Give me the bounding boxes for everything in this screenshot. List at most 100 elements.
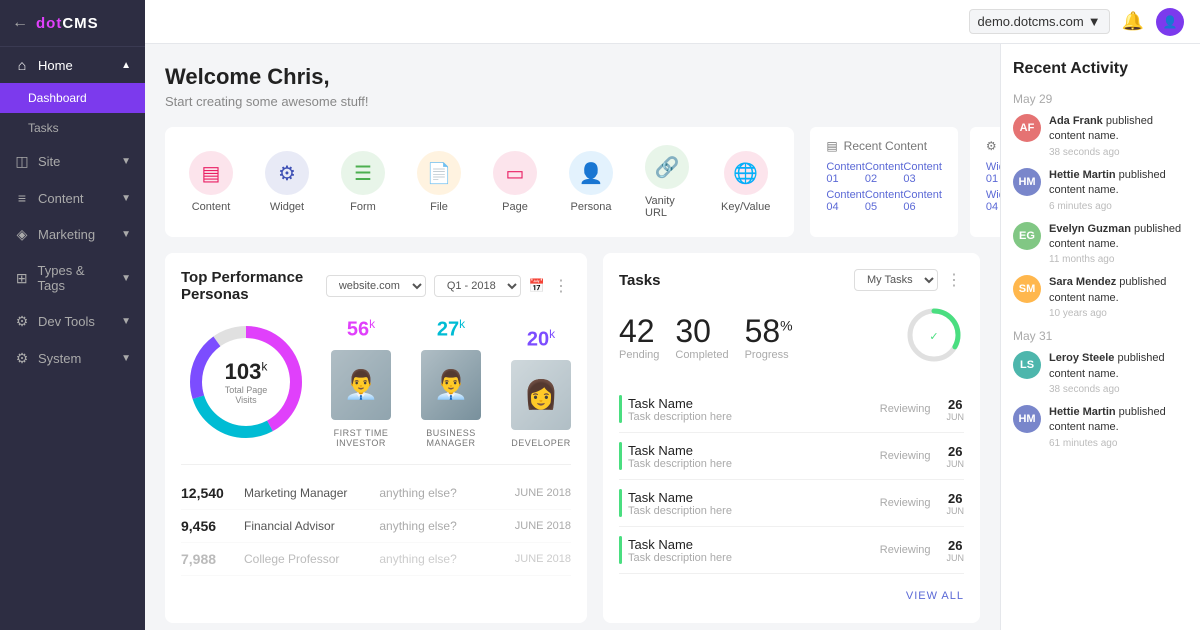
quick-action-form[interactable]: ☰ Form <box>325 143 401 221</box>
task-info-3: Task Name Task description here <box>628 490 880 517</box>
sidebar-item-types-tags[interactable]: ⊞ Types & Tags ▼ <box>0 253 145 303</box>
logo: dotCMS <box>36 15 99 32</box>
recent-widgets-box: ⚙ Recent Widgets Widget 01 Widget 02 Wid… <box>970 127 1000 237</box>
sidebar-item-home[interactable]: ⌂ Home ▲ <box>0 47 145 83</box>
keyval-action-icon: 🌐 <box>724 151 768 195</box>
content-link-4[interactable]: Content 04 <box>826 189 865 213</box>
task-bar-4 <box>619 536 622 564</box>
tasks-dropdown[interactable]: My Tasks <box>854 269 938 291</box>
sidebar-item-tasks[interactable]: Tasks <box>0 113 145 143</box>
widget-link-4[interactable]: Widget 04 <box>986 189 1000 213</box>
user-avatar[interactable]: 👤 <box>1156 8 1184 36</box>
activity-name-hettie2: Hettie Martin published content name. <box>1049 405 1188 436</box>
chevron-icon-site: ▼ <box>121 156 131 167</box>
persona-num-3: 7,988 <box>181 551 236 567</box>
personas-panel: Top Performance Personas website.com Q1 … <box>165 253 587 623</box>
quick-action-vanity[interactable]: 🔗 Vanity URL <box>629 137 705 227</box>
tasks-header: Tasks My Tasks ⋮ <box>619 269 964 291</box>
tasks-panel: Tasks My Tasks ⋮ 42 Pending <box>603 253 980 623</box>
quick-action-keyval[interactable]: 🌐 Key/Value <box>705 143 786 221</box>
site-selector[interactable]: demo.dotcms.com ▼ <box>969 9 1110 34</box>
persona-title-2: Financial Advisor <box>244 519 371 533</box>
site-selector-label: demo.dotcms.com <box>978 14 1084 29</box>
persona-bar-2: 27k 👨‍💼 BUSINESS MANAGER <box>421 317 481 448</box>
activity-date-may31: May 31 <box>1013 329 1188 343</box>
task-name-4: Task Name <box>628 537 880 552</box>
activity-avatar-hettie1: HM <box>1013 168 1041 196</box>
file-action-icon: 📄 <box>417 151 461 195</box>
recent-widgets-links: Widget 01 Widget 02 Widget 03 Widget 04 … <box>986 161 1000 213</box>
persona-val-2: 27k <box>437 317 465 342</box>
activity-time-leroy: 38 seconds ago <box>1049 384 1188 395</box>
task-desc-3: Task description here <box>628 505 880 517</box>
site-dropdown[interactable]: website.com <box>326 275 426 297</box>
task-name-1: Task Name <box>628 396 880 411</box>
sidebar-item-dev-tools[interactable]: ⚙ Dev Tools ▼ <box>0 303 145 340</box>
quick-action-page[interactable]: ▭ Page <box>477 143 553 221</box>
activity-date-may29: May 29 <box>1013 92 1188 106</box>
nav-label-site: Site <box>38 154 60 169</box>
sidebar-header: ← dotCMS <box>0 0 145 47</box>
persona-title-1: Marketing Manager <box>244 486 371 500</box>
tasks-controls: My Tasks ⋮ <box>854 269 964 291</box>
task-status-1: Reviewing <box>880 403 931 415</box>
view-all-container: VIEW ALL <box>619 586 964 604</box>
personas-list: 12,540 Marketing Manager anything else? … <box>181 464 571 576</box>
task-desc-2: Task description here <box>628 458 880 470</box>
task-desc-1: Task description here <box>628 411 880 423</box>
activity-text-hettie1: Hettie Martin published content name. 6 … <box>1049 168 1188 212</box>
activity-name-evelyn: Evelyn Guzman published content name. <box>1049 222 1188 253</box>
task-date-1: 26 JUN <box>947 397 965 422</box>
quick-action-content[interactable]: ▤ Content <box>173 143 249 221</box>
activity-item-sara: SM Sara Mendez published content name. 1… <box>1013 275 1188 319</box>
date-dropdown[interactable]: Q1 - 2018 <box>434 275 521 297</box>
form-action-icon: ☰ <box>341 151 385 195</box>
task-row-3: Task Name Task description here Reviewin… <box>619 480 964 527</box>
quick-action-file[interactable]: 📄 File <box>401 143 477 221</box>
view-all-link[interactable]: VIEW ALL <box>906 590 964 602</box>
task-bar-2 <box>619 442 622 470</box>
tasks-more-icon[interactable]: ⋮ <box>946 270 964 290</box>
task-month-2: JUN <box>947 459 965 469</box>
content-link-5[interactable]: Content 05 <box>865 189 904 213</box>
quick-action-widget[interactable]: ⚙ Widget <box>249 143 325 221</box>
progress-label: Progress <box>745 349 793 361</box>
notification-icon[interactable]: 🔔 <box>1122 11 1144 32</box>
content-link-3[interactable]: Content 03 <box>903 161 942 185</box>
activity-sidebar: Recent Activity May 29 AF Ada Frank publ… <box>1000 44 1200 630</box>
sidebar-item-site[interactable]: ◫ Site ▼ <box>0 143 145 180</box>
donut-label: Total Page Visits <box>214 385 279 405</box>
calendar-icon[interactable]: 📅 <box>529 278 545 294</box>
quick-action-persona[interactable]: 👤 Persona <box>553 143 629 221</box>
nav-label-types: Types & Tags <box>38 263 114 293</box>
sidebar: ← dotCMS ⌂ Home ▲ Dashboard Tasks ◫ Site… <box>0 0 145 630</box>
progress-value: 58% <box>745 315 793 347</box>
persona-link-3[interactable]: anything else? <box>379 552 506 566</box>
persona-link-1[interactable]: anything else? <box>379 486 506 500</box>
sidebar-item-marketing[interactable]: ◈ Marketing ▼ <box>0 216 145 253</box>
sidebar-item-dashboard[interactable]: Dashboard <box>0 83 145 113</box>
content-link-1[interactable]: Content 01 <box>826 161 865 185</box>
sidebar-item-content[interactable]: ≡ Content ▼ <box>0 180 145 216</box>
progress-svg: ✓ <box>904 305 964 365</box>
persona-link-2[interactable]: anything else? <box>379 519 506 533</box>
personas-controls: website.com Q1 - 2018 📅 ⋮ <box>326 275 571 297</box>
persona-label: Persona <box>571 201 612 213</box>
activity-avatar-hettie2: HM <box>1013 405 1041 433</box>
persona-img-1: 👨‍💼 <box>331 350 391 420</box>
chevron-icon-system: ▼ <box>121 353 131 364</box>
recent-boxes: ▤ Recent Content Content 01 Content 02 C… <box>810 127 1000 237</box>
task-day-2: 26 <box>948 444 962 459</box>
task-desc-4: Task description here <box>628 552 880 564</box>
activity-avatar-leroy: LS <box>1013 351 1041 379</box>
more-options-icon[interactable]: ⋮ <box>553 276 571 296</box>
sidebar-item-system[interactable]: ⚙ System ▼ <box>0 340 145 377</box>
content-link-2[interactable]: Content 02 <box>865 161 904 185</box>
activity-text-hettie2: Hettie Martin published content name. 61… <box>1049 405 1188 449</box>
donut-value: 103k <box>214 359 279 385</box>
persona-name-2: BUSINESS MANAGER <box>421 428 481 448</box>
content-link-6[interactable]: Content 06 <box>903 189 942 213</box>
persona-img-3: 👩 <box>511 360 571 430</box>
back-icon[interactable]: ← <box>12 14 28 32</box>
widget-link-1[interactable]: Widget 01 <box>986 161 1000 185</box>
